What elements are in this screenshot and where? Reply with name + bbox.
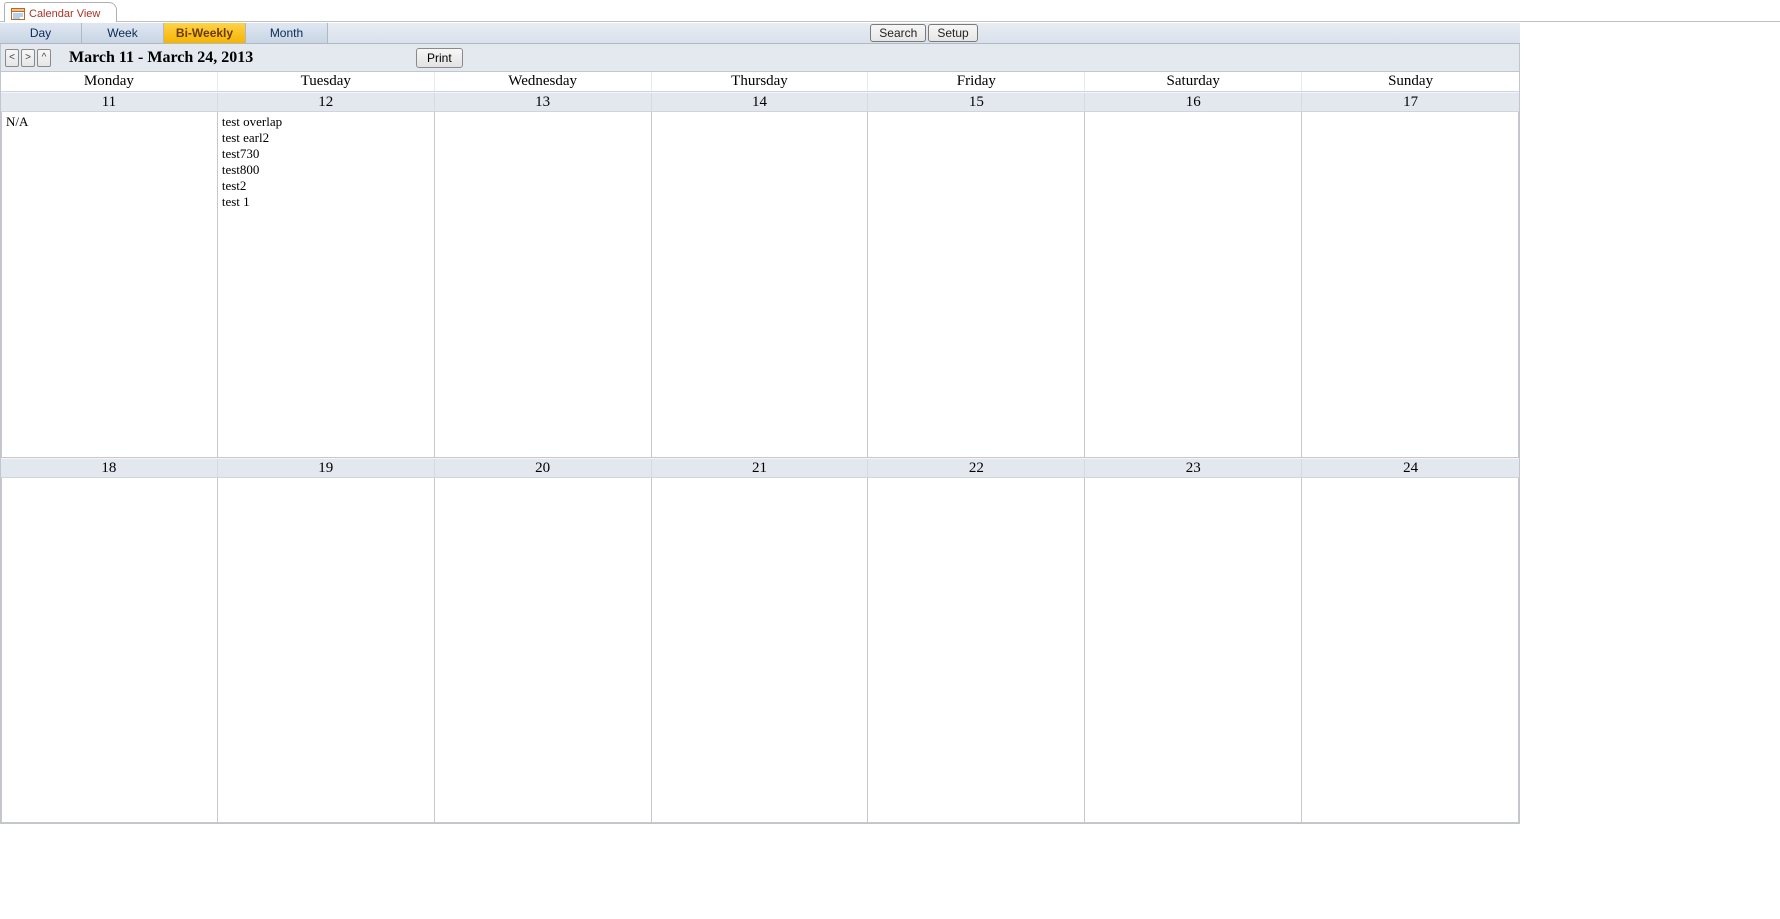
- date-header-cell[interactable]: 13: [435, 93, 652, 111]
- day-cell[interactable]: [1085, 112, 1302, 458]
- dow-sunday: Sunday: [1302, 72, 1519, 91]
- print-button[interactable]: Print: [416, 48, 463, 68]
- dow-monday: Monday: [1, 72, 218, 91]
- today-button[interactable]: ^: [37, 49, 51, 67]
- date-header-cell[interactable]: 20: [435, 459, 652, 477]
- date-header-cell[interactable]: 11: [1, 93, 218, 111]
- date-header-cell[interactable]: 15: [868, 93, 1085, 111]
- calendar-event[interactable]: test 1: [222, 194, 430, 210]
- date-nav-row: < > ^ March 11 - March 24, 2013 Print: [1, 44, 1519, 72]
- calendar-event[interactable]: test730: [222, 146, 430, 162]
- form-tab-title: Calendar View: [29, 8, 100, 20]
- date-header-cell[interactable]: 21: [652, 459, 869, 477]
- form-icon: [11, 8, 25, 20]
- view-btn-biweekly[interactable]: Bi-Weekly: [164, 23, 246, 43]
- dow-friday: Friday: [868, 72, 1085, 91]
- day-cell[interactable]: [1302, 478, 1519, 824]
- view-btn-week[interactable]: Week: [82, 23, 164, 43]
- day-cell[interactable]: [652, 112, 869, 458]
- date-header-cell[interactable]: 16: [1085, 93, 1302, 111]
- date-header-cell[interactable]: 14: [652, 93, 869, 111]
- date-range-label: March 11 - March 24, 2013: [69, 49, 253, 67]
- calendar-event[interactable]: N/A: [6, 114, 213, 130]
- dow-wednesday: Wednesday: [435, 72, 652, 91]
- calendar-event[interactable]: test2: [222, 178, 430, 194]
- calendar-event[interactable]: test800: [222, 162, 430, 178]
- day-cell[interactable]: [868, 112, 1085, 458]
- view-btn-month[interactable]: Month: [246, 23, 328, 43]
- date-header-cell[interactable]: 24: [1302, 459, 1519, 477]
- date-header-row: 18192021222324: [1, 458, 1519, 478]
- dow-thursday: Thursday: [652, 72, 869, 91]
- day-cell[interactable]: [1085, 478, 1302, 824]
- day-cell[interactable]: [218, 478, 435, 824]
- day-cell[interactable]: [652, 478, 869, 824]
- search-button[interactable]: Search: [870, 24, 926, 42]
- day-cell[interactable]: test overlaptest earl2test730test800test…: [218, 112, 435, 458]
- week-body: [1, 478, 1519, 824]
- date-header-row: 11121314151617: [1, 92, 1519, 112]
- form-tab-strip: Calendar View: [0, 0, 1780, 22]
- day-of-week-header: Monday Tuesday Wednesday Thursday Friday…: [1, 72, 1519, 92]
- day-cell[interactable]: [1, 478, 218, 824]
- week-body: N/Atest overlaptest earl2test730test800t…: [1, 112, 1519, 458]
- view-switcher: Day Week Bi-Weekly Month: [0, 23, 328, 43]
- prev-button[interactable]: <: [5, 49, 19, 67]
- day-cell[interactable]: [435, 112, 652, 458]
- date-header-cell[interactable]: 19: [218, 459, 435, 477]
- weeks-container: 11121314151617N/Atest overlaptest earl2t…: [1, 92, 1519, 823]
- view-switcher-bar: Day Week Bi-Weekly Month Search Setup: [0, 22, 1520, 44]
- day-cell[interactable]: N/A: [1, 112, 218, 458]
- week-row: 18192021222324: [1, 458, 1519, 824]
- view-btn-day[interactable]: Day: [0, 23, 82, 43]
- day-cell[interactable]: [435, 478, 652, 824]
- day-cell[interactable]: [1302, 112, 1519, 458]
- dow-saturday: Saturday: [1085, 72, 1302, 91]
- dow-tuesday: Tuesday: [218, 72, 435, 91]
- setup-button[interactable]: Setup: [928, 24, 977, 42]
- calendar-event[interactable]: test earl2: [222, 130, 430, 146]
- date-header-cell[interactable]: 17: [1302, 93, 1519, 111]
- date-header-cell[interactable]: 22: [868, 459, 1085, 477]
- calendar-event[interactable]: test overlap: [222, 114, 430, 130]
- day-cell[interactable]: [868, 478, 1085, 824]
- date-header-cell[interactable]: 23: [1085, 459, 1302, 477]
- week-row: 11121314151617N/Atest overlaptest earl2t…: [1, 92, 1519, 458]
- next-button[interactable]: >: [21, 49, 35, 67]
- date-header-cell[interactable]: 12: [218, 93, 435, 111]
- form-tab-calendar-view[interactable]: Calendar View: [4, 2, 117, 22]
- date-header-cell[interactable]: 18: [1, 459, 218, 477]
